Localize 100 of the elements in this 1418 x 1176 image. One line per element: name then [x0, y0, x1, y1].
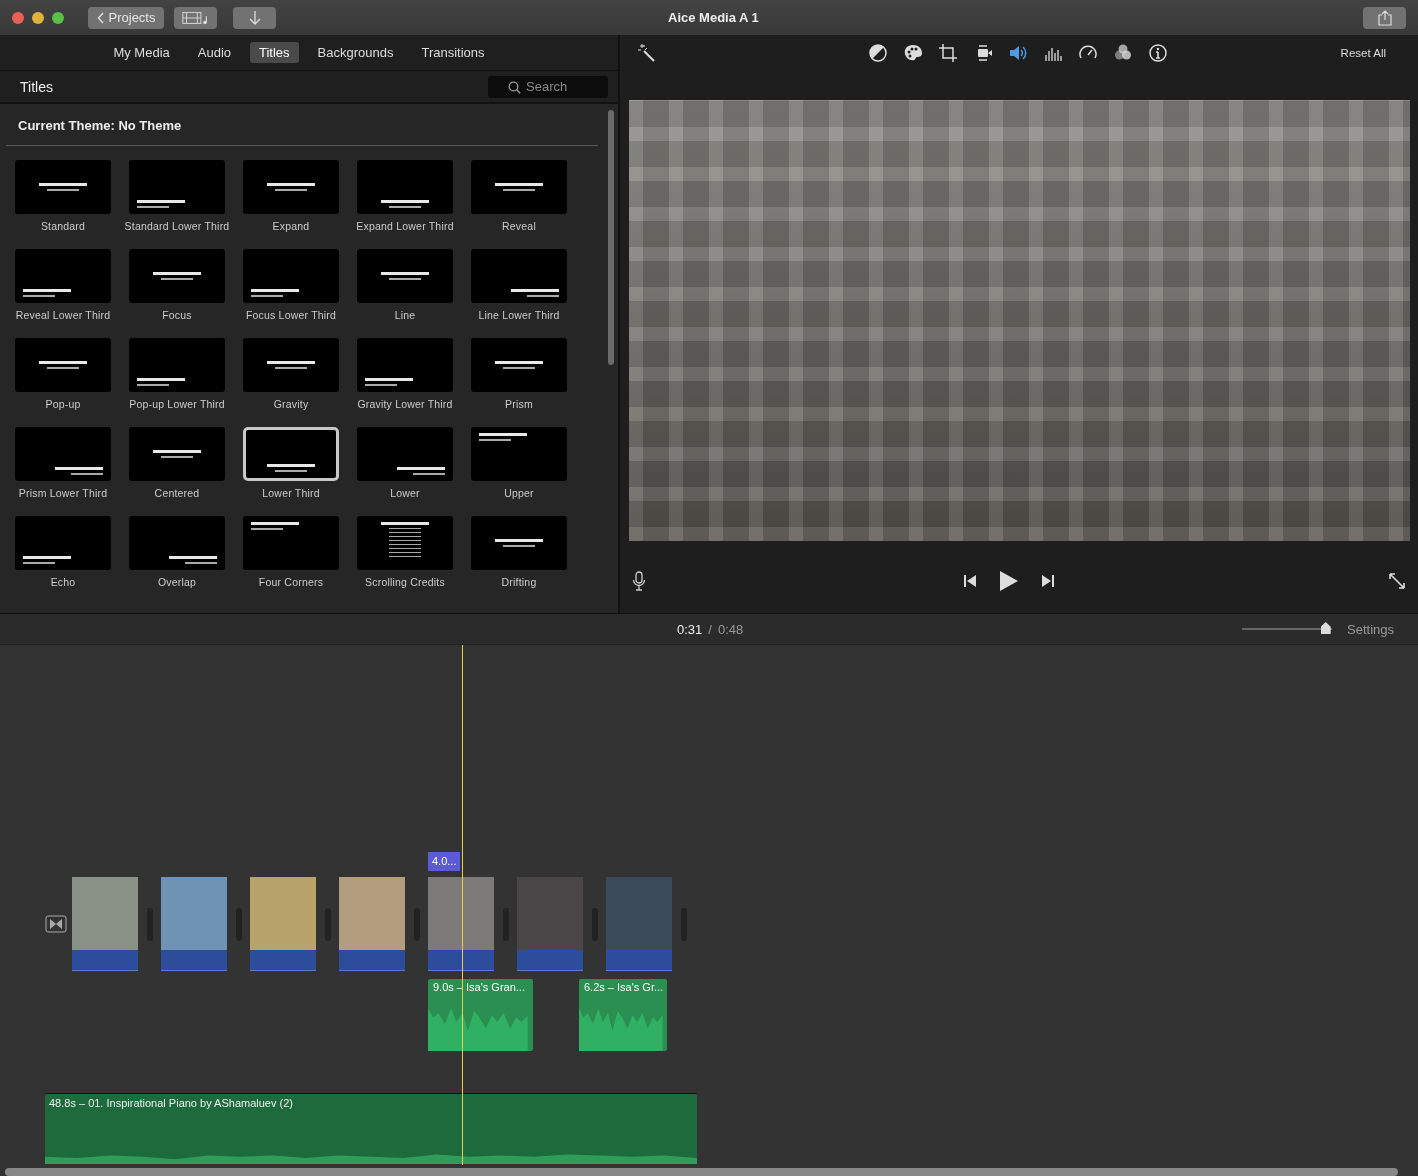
title-preview[interactable]	[471, 338, 567, 392]
title-preview[interactable]	[471, 249, 567, 303]
title-preview[interactable]	[243, 427, 339, 481]
video-clip[interactable]	[250, 877, 316, 950]
title-preview[interactable]	[243, 516, 339, 570]
video-clip[interactable]	[339, 877, 405, 950]
skip-forward-icon[interactable]	[1041, 574, 1055, 588]
title-name: Reveal Lower Third	[14, 309, 112, 323]
title-preview[interactable]	[471, 160, 567, 214]
video-clip[interactable]	[72, 877, 138, 950]
scrollbar-thumb[interactable]	[5, 1168, 1398, 1176]
clip-audio-bar	[161, 950, 227, 971]
title-name: Standard Lower Third	[123, 220, 231, 234]
crop-icon[interactable]	[938, 42, 958, 63]
reset-all-button[interactable]: Reset All	[1334, 45, 1392, 60]
video-clip[interactable]	[606, 877, 672, 950]
search-icon	[508, 80, 521, 94]
clip-audio-bar	[250, 950, 316, 971]
title-name: Four Corners	[257, 576, 325, 590]
scrollbar-thumb[interactable]	[608, 110, 614, 365]
audio-clip[interactable]: 6.2s – Isa's Gr...	[579, 979, 667, 1051]
title-name: Expand	[271, 220, 311, 234]
title-preview[interactable]	[471, 427, 567, 481]
title-preview[interactable]	[15, 249, 111, 303]
settings-button[interactable]: Settings	[1341, 620, 1400, 638]
transition-icon[interactable]	[45, 915, 67, 933]
window-title: Aice Media A 1	[668, 10, 759, 25]
zoom-button[interactable]	[52, 11, 64, 24]
browser-heading: Titles	[20, 78, 53, 95]
title-name: Lower	[389, 487, 421, 501]
title-preview[interactable]	[357, 160, 453, 214]
close-button[interactable]	[12, 11, 24, 24]
video-clip[interactable]	[517, 877, 583, 950]
title-preview[interactable]	[357, 249, 453, 303]
title-name: Pop-up Lower Third	[128, 398, 226, 412]
chevron-left-icon	[96, 11, 105, 24]
browser-tab[interactable]: Transitions	[412, 42, 494, 63]
browser-tab[interactable]: Audio	[188, 42, 240, 63]
total-duration: 0:48	[717, 621, 744, 637]
title-name: Gravity	[272, 398, 310, 412]
video-clip[interactable]	[161, 877, 227, 950]
title-preview[interactable]	[243, 338, 339, 392]
clip-audio-bar	[339, 950, 405, 971]
browser-tab[interactable]: Backgrounds	[308, 42, 403, 63]
projects-button[interactable]: Projects	[88, 6, 164, 29]
current-time: 0:31	[677, 621, 703, 637]
browser-tab[interactable]: My Media	[104, 42, 179, 63]
title-preview[interactable]	[129, 338, 225, 392]
search-field[interactable]: Search	[488, 75, 608, 98]
balance-icon[interactable]	[868, 42, 888, 63]
browser-tab[interactable]: Titles	[250, 42, 299, 63]
title-name: Expand Lower Third	[355, 220, 455, 234]
title-clip[interactable]: 4.0...	[428, 852, 461, 871]
title-preview[interactable]	[243, 249, 339, 303]
share-button[interactable]	[1363, 6, 1406, 29]
title-name: Overlap	[156, 576, 198, 590]
title-preview[interactable]	[129, 160, 225, 214]
info-icon[interactable]	[1148, 42, 1168, 63]
play-icon[interactable]	[999, 570, 1019, 592]
title-name: Line Lower Third	[477, 309, 561, 323]
title-name: Prism	[504, 398, 534, 412]
title-name: Focus Lower Third	[244, 309, 338, 323]
magic-wand-icon[interactable]	[636, 42, 656, 63]
title-preview[interactable]	[15, 516, 111, 570]
title-preview[interactable]	[357, 338, 453, 392]
video-clip[interactable]	[428, 877, 494, 950]
title-preview[interactable]	[471, 516, 567, 570]
clip-audio-bar	[517, 950, 583, 971]
title-name: Centered	[153, 487, 201, 501]
music-clip-label: 48.8s – 01. Inspirational Piano by AShamaluev (2)	[48, 1096, 294, 1111]
title-name: Echo	[49, 576, 77, 590]
title-preview[interactable]	[243, 160, 339, 214]
title-preview[interactable]	[15, 160, 111, 214]
title-preview[interactable]	[357, 427, 453, 481]
time-separator: /	[708, 621, 712, 637]
clip-audio-bar	[606, 950, 672, 971]
title-name: Pop-up	[44, 398, 82, 412]
clip-audio-bar	[428, 950, 494, 971]
title-preview[interactable]	[357, 516, 453, 570]
theme-label: Current Theme: No Theme	[6, 104, 598, 146]
import-button[interactable]	[233, 6, 276, 29]
title-preview[interactable]	[129, 516, 225, 570]
title-preview[interactable]	[129, 427, 225, 481]
media-browser-button[interactable]	[174, 6, 217, 29]
microphone-icon[interactable]	[632, 571, 646, 591]
fullscreen-icon[interactable]	[1388, 572, 1406, 590]
zoom-slider-thumb[interactable]	[1320, 622, 1331, 634]
title-preview[interactable]	[129, 249, 225, 303]
palette-icon[interactable]	[903, 42, 923, 63]
title-name: Reveal	[501, 220, 537, 234]
title-name: Focus	[161, 309, 193, 323]
title-preview[interactable]	[15, 338, 111, 392]
skip-back-icon[interactable]	[963, 574, 977, 588]
title-preview[interactable]	[15, 427, 111, 481]
title-name: Gravity Lower Third	[356, 398, 454, 412]
minimize-button[interactable]	[32, 11, 44, 24]
music-clip[interactable]: 48.8s – 01. Inspirational Piano by AShamaluev (2)	[45, 1093, 697, 1164]
filter-icon[interactable]	[1113, 42, 1133, 63]
title-name: Prism Lower Third	[17, 487, 109, 501]
title-name: Upper	[503, 487, 535, 501]
